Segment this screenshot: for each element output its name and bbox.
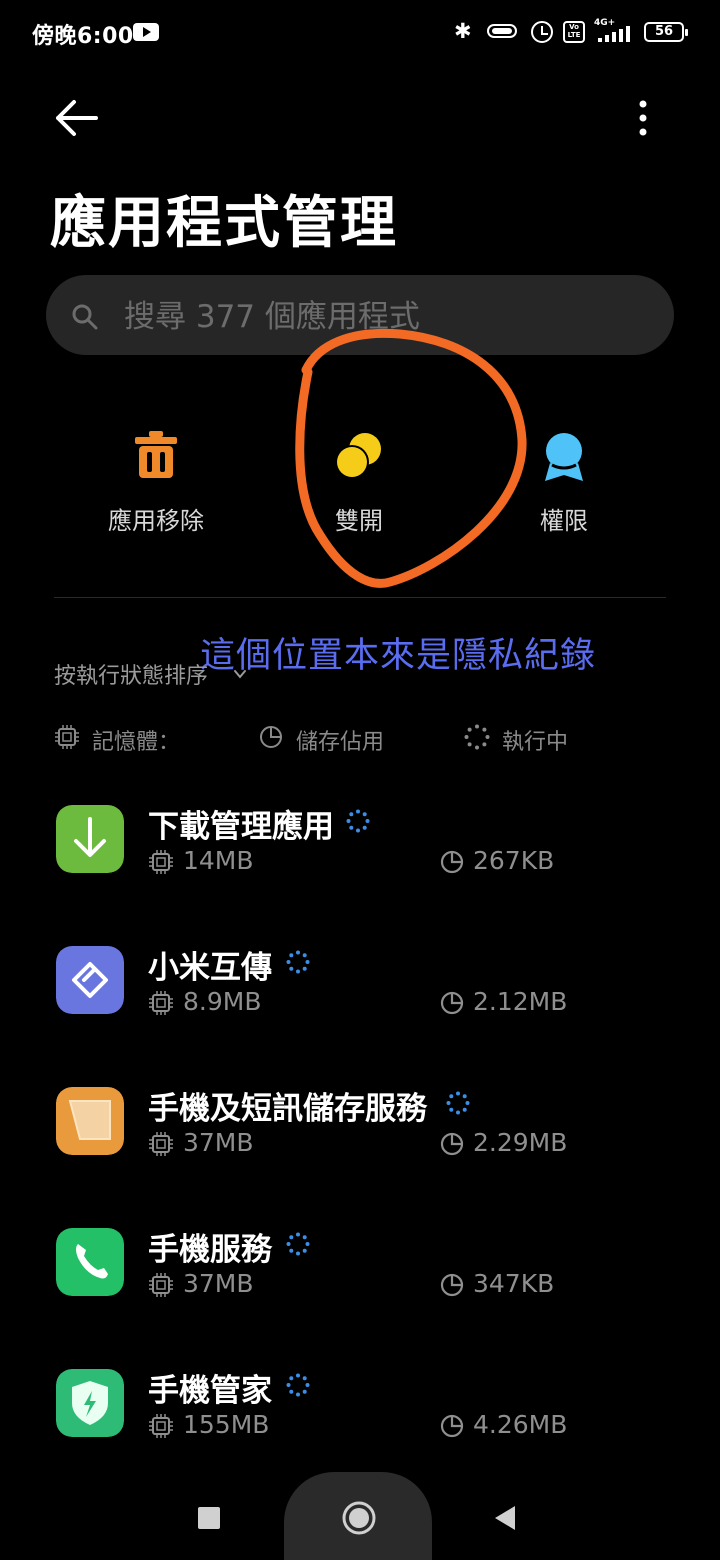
app-list-item[interactable]: 手機服務 37MB 347KB — [54, 1228, 674, 1338]
battery-saver-icon — [487, 24, 517, 38]
storage-pie-icon — [440, 1414, 464, 1438]
app-list-item[interactable]: 小米互傳 8.9MB 2.12MB — [54, 946, 674, 1056]
quick-action-uninstall[interactable]: 應用移除 — [66, 425, 246, 545]
app-list-item[interactable]: 手機及短訊儲存服務 37MB 2.29MB — [54, 1087, 674, 1197]
app-storage: 2.29MB — [473, 1128, 568, 1157]
running-indicator-icon — [286, 1373, 310, 1397]
back-arrow-icon[interactable] — [54, 96, 100, 140]
quick-action-dual-apps[interactable]: 雙開 — [269, 425, 449, 545]
recent-apps-button[interactable] — [198, 1507, 220, 1529]
alarm-icon — [531, 21, 553, 43]
app-name: 下載管理應用 — [148, 809, 334, 845]
app-list-item[interactable]: 下載管理應用 14MB 267KB — [54, 805, 674, 915]
running-indicator-icon — [346, 809, 370, 833]
bluetooth-icon: ✱ — [454, 19, 472, 43]
memory-chip-icon — [149, 1273, 173, 1297]
app-storage: 347KB — [473, 1269, 555, 1298]
app-name: 手機管家 — [148, 1373, 272, 1409]
message-storage-icon — [56, 1087, 124, 1155]
app-memory: 14MB — [183, 846, 254, 875]
search-icon — [72, 304, 98, 330]
signal-icon — [596, 24, 632, 42]
memory-chip-icon — [149, 991, 173, 1015]
running-indicator-icon — [446, 1091, 470, 1115]
running-indicator-icon — [286, 950, 310, 974]
annotation-text: 這個位置本來是隱私紀錄 — [200, 636, 597, 676]
app-storage: 2.12MB — [473, 987, 568, 1016]
youtube-icon — [133, 23, 159, 41]
running-spinner-icon — [464, 724, 490, 750]
dual-apps-icon — [335, 433, 381, 479]
home-button[interactable] — [341, 1500, 377, 1536]
storage-pie-icon — [440, 1273, 464, 1297]
app-list-item[interactable]: 手機管家 155MB 4.26MB — [54, 1369, 674, 1479]
back-button[interactable] — [493, 1505, 517, 1531]
storage-pie-icon — [260, 726, 282, 748]
memory-chip-icon — [149, 1414, 173, 1438]
app-storage: 4.26MB — [473, 1410, 568, 1439]
app-memory: 8.9MB — [183, 987, 262, 1016]
legend-row: 記憶體： 儲存佔用 執行中 — [54, 722, 674, 755]
divider — [54, 597, 666, 598]
memory-chip-icon — [149, 1132, 173, 1156]
memory-chip-icon — [55, 725, 79, 749]
storage-pie-icon — [440, 1132, 464, 1156]
app-name: 手機服務 — [148, 1232, 272, 1268]
quick-action-label: 權限 — [540, 507, 588, 535]
security-shield-icon — [56, 1369, 124, 1437]
legend-storage: 儲存佔用 — [296, 730, 385, 755]
app-memory: 37MB — [183, 1269, 254, 1298]
memory-chip-icon — [149, 850, 173, 874]
chevron-down-icon[interactable] — [233, 667, 247, 681]
more-options-icon[interactable] — [630, 98, 656, 138]
app-memory: 37MB — [183, 1128, 254, 1157]
search-input[interactable] — [122, 292, 646, 342]
trash-icon — [135, 431, 177, 478]
download-icon — [56, 805, 124, 873]
quick-action-permissions[interactable]: 權限 — [474, 425, 654, 545]
mi-share-icon — [56, 946, 124, 1014]
phone-icon — [56, 1228, 124, 1296]
page-title: 應用程式管理 — [50, 191, 398, 256]
storage-pie-icon — [440, 850, 464, 874]
app-memory: 155MB — [183, 1410, 270, 1439]
legend-running: 執行中 — [502, 730, 569, 755]
storage-pie-icon — [440, 991, 464, 1015]
battery-icon: 56 — [644, 22, 688, 42]
running-indicator-icon — [286, 1232, 310, 1256]
app-storage: 267KB — [473, 846, 555, 875]
legend-memory: 記憶體： — [92, 730, 181, 755]
sort-dropdown[interactable]: 按執行狀態排序 — [54, 658, 208, 690]
volte-icon: Vo LTE — [563, 21, 585, 43]
app-name: 小米互傳 — [148, 950, 272, 986]
status-time: 傍晚6:00 — [32, 24, 134, 49]
app-name: 手機及短訊儲存服務 — [148, 1091, 427, 1127]
quick-action-label: 雙開 — [335, 507, 383, 535]
permissions-icon — [545, 433, 583, 481]
quick-action-label: 應用移除 — [108, 507, 204, 535]
